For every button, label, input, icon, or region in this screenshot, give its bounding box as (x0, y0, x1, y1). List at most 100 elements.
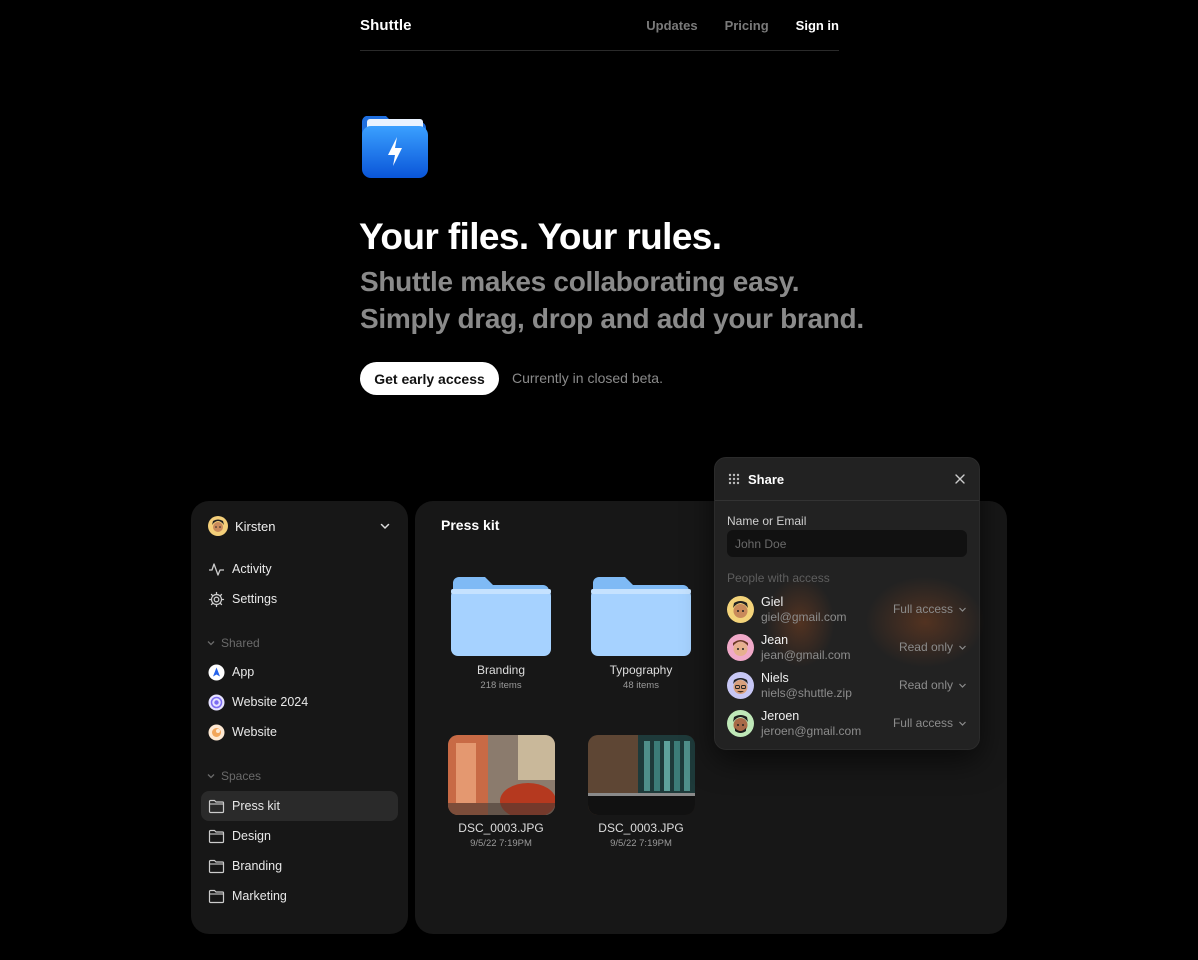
brand-logo[interactable]: Shuttle (360, 17, 412, 34)
activity-icon (208, 561, 225, 578)
app-badge-icon (208, 664, 225, 681)
photo-thumbnail (447, 735, 555, 815)
person-name: Jean (761, 632, 789, 647)
drag-handle-icon[interactable] (727, 472, 741, 486)
person-row-jeroen: Jeroen jeroen@gmail.com Full access (727, 706, 967, 740)
chevron-down-icon (959, 645, 966, 650)
sidebar-item-settings[interactable]: Settings (201, 584, 398, 614)
avatar (727, 633, 754, 661)
tile-meta: 48 items (623, 680, 659, 691)
spaces-section-heading[interactable]: Spaces (206, 769, 261, 783)
hero-title: Your files. Your rules. (359, 216, 722, 257)
access-dropdown[interactable]: Full access (893, 716, 967, 730)
person-name: Jeroen (761, 708, 800, 723)
sidebar-item-label: Design (232, 829, 271, 843)
chevron-down-icon (207, 774, 215, 779)
user-avatar (208, 516, 228, 536)
page-title: Press kit (441, 517, 500, 533)
sidebar-item-label: Press kit (232, 799, 280, 813)
person-info: Jean jean@gmail.com (761, 633, 899, 662)
name-or-email-label: Name or Email (727, 514, 807, 528)
file-tile-photo-2[interactable]: DSC_0003.JPG 9/5/22 7:19PM (581, 735, 701, 849)
top-nav: Shuttle Updates Pricing Sign in (360, 0, 839, 51)
folder-icon (208, 798, 225, 815)
hero-subtitle-line-1: Shuttle makes collaborating easy. (360, 266, 800, 297)
folder-icon (208, 858, 225, 875)
sidebar-item-label: Branding (232, 859, 283, 873)
access-dropdown[interactable]: Read only (899, 640, 967, 654)
folder-tile-branding[interactable]: Branding 218 items (441, 575, 561, 691)
beta-note: Currently in closed beta. (512, 370, 663, 386)
file-tile-photo-1[interactable]: DSC_0003.JPG 9/5/22 7:19PM (441, 735, 561, 849)
sidebar-item-press-kit[interactable]: Press kit (201, 791, 398, 821)
name-or-email-input[interactable] (727, 530, 967, 557)
nav-link-updates[interactable]: Updates (646, 18, 697, 33)
person-row-giel: Giel giel@gmail.com Full access (727, 592, 967, 626)
shared-section-heading[interactable]: Shared (206, 636, 260, 650)
sidebar-item-label: Marketing (232, 889, 287, 903)
section-label: Spaces (221, 769, 262, 783)
app-folder-icon (361, 116, 428, 178)
sidebar-item-marketing[interactable]: Marketing (201, 881, 398, 911)
share-title: Share (748, 471, 785, 487)
access-label: Read only (898, 640, 953, 654)
sidebar-item-branding[interactable]: Branding (201, 851, 398, 881)
nav-link-pricing[interactable]: Pricing (725, 18, 769, 33)
tile-name: Branding (476, 663, 526, 677)
sidebar-item-website-2024[interactable]: Website 2024 (201, 687, 398, 717)
photo-thumbnail (587, 735, 695, 815)
gear-icon (208, 591, 225, 608)
person-info: Niels niels@shuttle.zip (761, 671, 899, 700)
person-email: jean@gmail.com (761, 647, 851, 662)
avatar-face-icon (212, 519, 224, 532)
share-popover: Share Name or Email People with access G… (714, 457, 985, 750)
tile-meta: 9/5/22 7:19PM (470, 838, 532, 849)
website-badge-icon (208, 724, 225, 741)
chevron-down-icon (959, 721, 966, 726)
access-label: Full access (892, 602, 953, 616)
person-row-jean: Jean jean@gmail.com Read only (727, 630, 967, 664)
person-email: jeroen@gmail.com (761, 723, 862, 738)
people-with-access-label: People with access (727, 571, 830, 585)
sidebar-item-label: Settings (232, 592, 278, 606)
avatar (727, 595, 754, 623)
tile-name: DSC_0003.JPG (458, 821, 544, 835)
nav-links: Updates Pricing Sign in (646, 18, 839, 33)
chevron-down-icon (959, 607, 966, 612)
person-email: giel@gmail.com (761, 609, 847, 624)
sidebar-item-app[interactable]: App (201, 657, 398, 687)
website-2024-badge-icon (208, 694, 225, 711)
nav-link-sign-in[interactable]: Sign in (796, 18, 839, 33)
sidebar-item-design[interactable]: Design (201, 821, 398, 851)
tile-meta: 9/5/22 7:19PM (610, 838, 672, 849)
tile-name: Typography (609, 663, 673, 677)
access-dropdown[interactable]: Full access (893, 602, 967, 616)
person-info: Giel giel@gmail.com (761, 595, 893, 624)
tile-name: DSC_0003.JPG (598, 821, 684, 835)
person-name: Giel (761, 594, 784, 609)
close-icon[interactable] (953, 472, 967, 486)
share-header: Share (715, 458, 979, 501)
access-label: Full access (892, 716, 953, 730)
person-info: Jeroen jeroen@gmail.com (761, 709, 893, 738)
sidebar-item-label: Activity (232, 562, 272, 576)
person-email: niels@shuttle.zip (761, 685, 852, 700)
folder-icon (208, 888, 225, 905)
get-early-access-button[interactable]: Get early access (360, 362, 499, 395)
user-name: Kirsten (235, 518, 276, 534)
person-name: Niels (761, 670, 789, 685)
profile-switcher[interactable]: Kirsten (208, 516, 392, 536)
folder-icon (208, 828, 225, 845)
folder-tile-typography[interactable]: Typography 48 items (581, 575, 701, 691)
folder-icon (591, 577, 691, 656)
person-row-niels: Niels niels@shuttle.zip Read only (727, 668, 967, 702)
avatar (727, 709, 754, 737)
sidebar-item-label: Website (232, 725, 277, 739)
chevron-down-icon[interactable] (378, 519, 392, 533)
access-label: Read only (898, 678, 953, 692)
sidebar-item-activity[interactable]: Activity (201, 554, 398, 584)
folder-icon (451, 577, 551, 656)
access-dropdown[interactable]: Read only (899, 678, 967, 692)
sidebar-item-website[interactable]: Website (201, 717, 398, 747)
hero-subtitle-line-2: Simply drag, drop and add your brand. (360, 303, 864, 334)
